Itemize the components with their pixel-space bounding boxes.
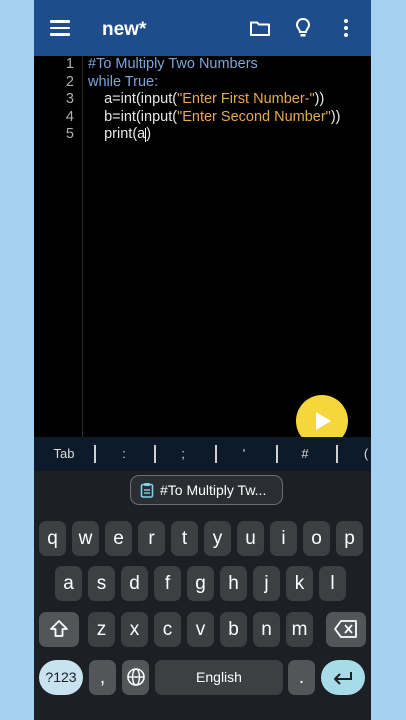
code-token: a=int(input( [88, 91, 178, 108]
file-title: new* [102, 19, 147, 40]
symbol-key[interactable]: ' [226, 437, 262, 471]
key-b[interactable]: b [220, 612, 247, 647]
period-key[interactable]: . [288, 660, 315, 695]
clipboard-icon [140, 482, 154, 501]
space-key[interactable]: English [155, 660, 283, 695]
backspace-key[interactable] [326, 612, 366, 647]
shift-key[interactable] [39, 612, 79, 647]
shift-icon [50, 620, 68, 637]
symbol-separator [276, 445, 278, 463]
backspace-icon [334, 620, 357, 638]
numbers-key[interactable]: ?123 [39, 660, 83, 695]
enter-key[interactable] [321, 660, 365, 695]
key-g[interactable]: g [187, 566, 214, 601]
symbol-key[interactable]: Tab [34, 437, 94, 471]
line-number: 5 [65, 126, 74, 143]
code-line[interactable]: #To Multiply Two Numbers [88, 56, 341, 74]
code-token: print(a [88, 126, 146, 143]
line-number: 4 [65, 108, 74, 125]
symbol-key[interactable]: ; [165, 437, 201, 471]
code-line[interactable]: print(a) [88, 126, 341, 144]
symbol-key[interactable]: ( [348, 437, 371, 471]
key-k[interactable]: k [286, 566, 313, 601]
app-bar: new* [34, 0, 371, 56]
key-o[interactable]: o [303, 521, 330, 556]
symbol-separator [94, 445, 96, 463]
key-z[interactable]: z [88, 612, 115, 647]
key-q[interactable]: q [39, 521, 66, 556]
symbol-bar: Tab:; ' # ( [34, 437, 371, 471]
key-p[interactable]: p [336, 521, 363, 556]
key-u[interactable]: u [237, 521, 264, 556]
key-n[interactable]: n [253, 612, 280, 647]
play-icon [316, 412, 331, 430]
key-a[interactable]: a [55, 566, 82, 601]
line-number: 2 [65, 73, 74, 90]
code-token: "Enter Second Number" [177, 108, 331, 125]
code-editor[interactable]: 12345 #To Multiply Two Numbers while True… [34, 56, 371, 447]
code-token: "Enter First Number-" [177, 91, 315, 108]
key-x[interactable]: x [121, 612, 148, 647]
menu-icon[interactable] [50, 20, 70, 36]
key-h[interactable]: h [220, 566, 247, 601]
code-token: )) [314, 91, 325, 108]
symbol-separator [154, 445, 156, 463]
code-token: ) [146, 126, 152, 143]
line-number-gutter: 12345 [34, 56, 78, 144]
globe-icon [126, 668, 145, 686]
folder-icon[interactable] [248, 16, 272, 40]
symbol-separator [215, 445, 217, 463]
language-key[interactable] [122, 660, 149, 695]
code-token: #To Multiply Two Numbers [88, 56, 258, 72]
key-v[interactable]: v [187, 612, 214, 647]
more-vert-icon[interactable] [334, 16, 358, 40]
lightbulb-icon[interactable] [291, 16, 315, 40]
line-number: 3 [65, 91, 74, 108]
key-j[interactable]: j [253, 566, 280, 601]
code-area[interactable]: #To Multiply Two Numbers while True: a=in… [88, 56, 341, 144]
key-l[interactable]: l [319, 566, 346, 601]
phone-screen: new* 12345 #To Multiply Two Numbers while… [34, 0, 371, 720]
key-i[interactable]: i [270, 521, 297, 556]
code-line[interactable]: b=int(input("Enter Second Number")) [88, 108, 341, 127]
key-c[interactable]: c [154, 612, 181, 647]
key-f[interactable]: f [154, 566, 181, 601]
suggestion-text: #To Multiply Tw... [160, 482, 267, 498]
symbol-key[interactable]: # [287, 437, 323, 471]
code-token: while True: [88, 73, 159, 90]
key-t[interactable]: t [171, 521, 198, 556]
key-m[interactable]: m [286, 612, 313, 647]
enter-icon [334, 672, 352, 685]
gutter-divider [82, 56, 83, 437]
code-line[interactable]: while True: [88, 74, 341, 92]
soft-keyboard: #To Multiply Tw... qwertyuiop asdfghjkl zx… [34, 471, 371, 720]
key-w[interactable]: w [72, 521, 99, 556]
comma-key[interactable]: , [89, 660, 116, 695]
line-number: 1 [65, 56, 74, 72]
key-y[interactable]: y [204, 521, 231, 556]
code-line[interactable]: a=int(input("Enter First Number-")) [88, 91, 341, 109]
key-e[interactable]: e [105, 521, 132, 556]
key-s[interactable]: s [88, 566, 115, 601]
code-token: b=int(input( [88, 108, 178, 125]
symbol-key[interactable]: : [106, 437, 142, 471]
code-token: )) [330, 108, 341, 125]
key-d[interactable]: d [121, 566, 148, 601]
key-r[interactable]: r [138, 521, 165, 556]
clipboard-suggestion[interactable]: #To Multiply Tw... [130, 475, 283, 505]
symbol-separator [336, 445, 338, 463]
